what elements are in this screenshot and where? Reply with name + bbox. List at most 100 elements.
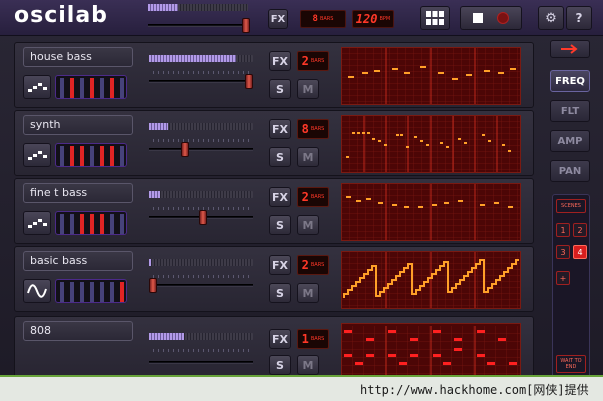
channel-row-house-bass: house bass FX S M 2 BARS (14, 42, 534, 108)
fader-scale (153, 349, 253, 352)
scene-button-4[interactable]: 4 (573, 245, 587, 259)
channel-bars-display[interactable]: 1 BARS (297, 329, 329, 349)
channel-row-fine-t-bass: fine t bass FX S M 2 BARS (14, 178, 534, 244)
sine-wave-icon (27, 284, 47, 298)
channel-bars-display[interactable]: 2 BARS (297, 255, 329, 275)
channel-row-synth: synth FX S M 8 BARS (14, 110, 534, 176)
channel-name-field[interactable]: fine t bass (23, 183, 133, 203)
oscilab-app: oscilab FX 8 BARS 120 BPM ⚙ ? house bass… (0, 0, 603, 401)
channel-fader-track[interactable] (149, 284, 253, 287)
note-keyboard[interactable] (55, 279, 127, 303)
channel-level-meter (149, 55, 253, 62)
stop-button[interactable] (473, 13, 483, 23)
watermark-text: http://www.hackhome.com[网侠]提供 (360, 383, 589, 397)
mute-button[interactable]: M (297, 215, 319, 235)
channel-bars-value: 2 (301, 54, 309, 68)
master-bars-value: 8 (312, 14, 318, 24)
channel-bars-unit: BARS (310, 336, 325, 342)
tab-flt[interactable]: FLT (550, 100, 590, 122)
solo-button[interactable]: S (269, 79, 291, 99)
channel-name-field[interactable]: synth (23, 115, 133, 135)
channel-name-field[interactable]: house bass (23, 47, 133, 67)
pattern-sequencer[interactable] (341, 115, 521, 173)
pattern-grid-button[interactable] (420, 6, 450, 30)
wave-select-button[interactable] (23, 279, 51, 303)
mute-button[interactable]: M (297, 147, 319, 167)
note-keyboard[interactable] (55, 143, 127, 167)
scenes-button[interactable]: SCENES (556, 199, 586, 213)
expand-panel-button[interactable] (550, 40, 590, 58)
pattern-sequencer[interactable] (341, 183, 521, 241)
solo-button[interactable]: S (269, 215, 291, 235)
tempo-value: 120 (355, 12, 378, 26)
scene-button-3[interactable]: 3 (556, 245, 570, 259)
channel-fx-button[interactable]: FX (269, 187, 291, 207)
channel-fader-track[interactable] (149, 80, 253, 83)
channel-fx-button[interactable]: FX (269, 329, 291, 349)
pattern-sequencer[interactable] (341, 251, 521, 309)
wait-to-end-button[interactable]: WAIT TO END (556, 355, 586, 373)
settings-button[interactable]: ⚙ (538, 6, 564, 30)
help-button[interactable]: ? (566, 6, 592, 30)
saw-wave-icon (28, 219, 47, 228)
scene-button-1[interactable]: 1 (556, 223, 570, 237)
channel-fader-track[interactable] (149, 148, 253, 151)
fader-scale (153, 139, 253, 142)
saw-wave-icon (28, 151, 47, 160)
pattern-sequencer[interactable] (341, 47, 521, 105)
channel-level-meter (149, 123, 253, 130)
channel-bars-unit: BARS (310, 58, 325, 64)
channel-bars-unit: BARS (310, 194, 325, 200)
saw-wave-icon (28, 83, 47, 92)
mute-button[interactable]: M (297, 355, 319, 375)
note-keyboard[interactable] (55, 75, 127, 99)
wave-select-button[interactable] (23, 143, 51, 167)
scene-button-2[interactable]: 2 (573, 223, 587, 237)
solo-button[interactable]: S (269, 355, 291, 375)
channel-name-field[interactable]: basic bass (23, 251, 133, 271)
channel-fader-knob[interactable] (245, 74, 253, 89)
channel-fader-track[interactable] (149, 361, 253, 364)
channel-fader-knob[interactable] (181, 142, 189, 157)
record-button[interactable] (497, 12, 509, 24)
master-bars-display[interactable]: 8 BARS (300, 10, 346, 28)
note-keyboard[interactable] (55, 211, 127, 235)
watermark-bar: http://www.hackhome.com[网侠]提供 (0, 375, 603, 401)
channel-fader-knob[interactable] (199, 210, 207, 225)
channel-bars-value: 2 (301, 190, 309, 204)
gear-icon: ⚙ (545, 10, 557, 26)
master-fx-button[interactable]: FX (268, 9, 288, 29)
channel-row-808: 808 FX S M 1 BARS (14, 316, 534, 378)
channel-fx-button[interactable]: FX (269, 255, 291, 275)
channel-bars-display[interactable]: 8 BARS (297, 119, 329, 139)
channel-fx-button[interactable]: FX (269, 119, 291, 139)
channel-fader-knob[interactable] (149, 278, 157, 293)
channel-name-field[interactable]: 808 (23, 321, 133, 341)
tab-amp[interactable]: AMP (550, 130, 590, 152)
channel-bars-value: 1 (301, 332, 309, 346)
scene-panel: SCENES 1 2 3 4 + WAIT TO END (552, 194, 590, 378)
add-scene-button[interactable]: + (556, 271, 570, 285)
channel-fx-button[interactable]: FX (269, 51, 291, 71)
channel-bars-unit: BARS (310, 126, 325, 132)
wave-select-button[interactable] (23, 211, 51, 235)
drum-sequencer[interactable] (341, 323, 521, 378)
transport-controls (460, 6, 522, 30)
tempo-display[interactable]: 120 BPM (352, 10, 394, 28)
mute-button[interactable]: M (297, 79, 319, 99)
solo-button[interactable]: S (269, 147, 291, 167)
fader-scale (153, 71, 253, 74)
channel-bars-display[interactable]: 2 BARS (297, 187, 329, 207)
tab-freq[interactable]: FREQ (550, 70, 590, 92)
mute-button[interactable]: M (297, 283, 319, 303)
channel-level-meter (149, 191, 253, 198)
master-bars-unit: BARS (319, 16, 334, 22)
solo-button[interactable]: S (269, 283, 291, 303)
channel-bars-display[interactable]: 2 BARS (297, 51, 329, 71)
channel-level-meter (149, 259, 253, 266)
fader-scale (153, 275, 253, 278)
master-volume-knob[interactable] (242, 18, 250, 33)
wave-select-button[interactable] (23, 75, 51, 99)
master-volume-track[interactable] (148, 24, 248, 27)
tab-pan[interactable]: PAN (550, 160, 590, 182)
